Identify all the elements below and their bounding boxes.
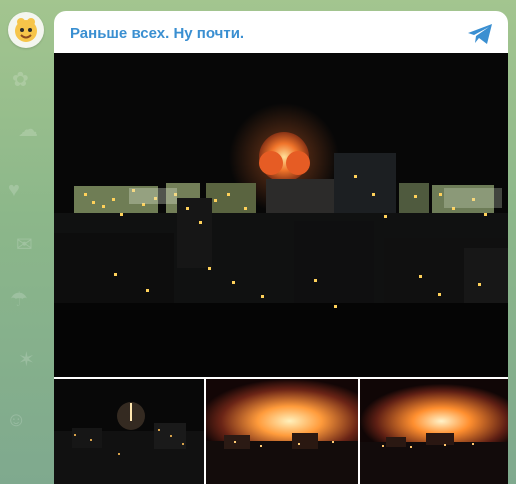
doodle-icon: ✉ <box>16 234 33 256</box>
message-header: Раньше всех. Ну почти. <box>54 11 508 53</box>
doodle-icon: ☺ <box>6 409 27 431</box>
doodle-icon: ♥ <box>8 179 20 201</box>
doodle-icon: ✿ <box>12 69 29 91</box>
telegram-paper-plane-icon[interactable] <box>466 23 494 45</box>
main-photo[interactable] <box>54 53 508 377</box>
doodle-icon: ☁ <box>18 119 38 141</box>
cartoon-face-icon <box>15 18 37 42</box>
night-city-flare-image <box>54 379 204 484</box>
channel-name[interactable]: Раньше всех. Ну почти. <box>70 25 244 42</box>
thumb-1[interactable] <box>54 379 204 484</box>
channel-avatar[interactable] <box>8 12 44 48</box>
doodle-icon: ☂ <box>10 289 28 311</box>
thumb-3[interactable] <box>360 379 508 484</box>
thumb-2[interactable] <box>206 379 358 484</box>
doodle-icon: ✶ <box>18 349 35 371</box>
night-city-fire-image <box>360 379 508 484</box>
message-bubble: Раньше всех. Ну почти. <box>54 11 508 484</box>
night-city-fire-image <box>206 379 358 484</box>
night-city-explosion-image <box>54 53 508 377</box>
